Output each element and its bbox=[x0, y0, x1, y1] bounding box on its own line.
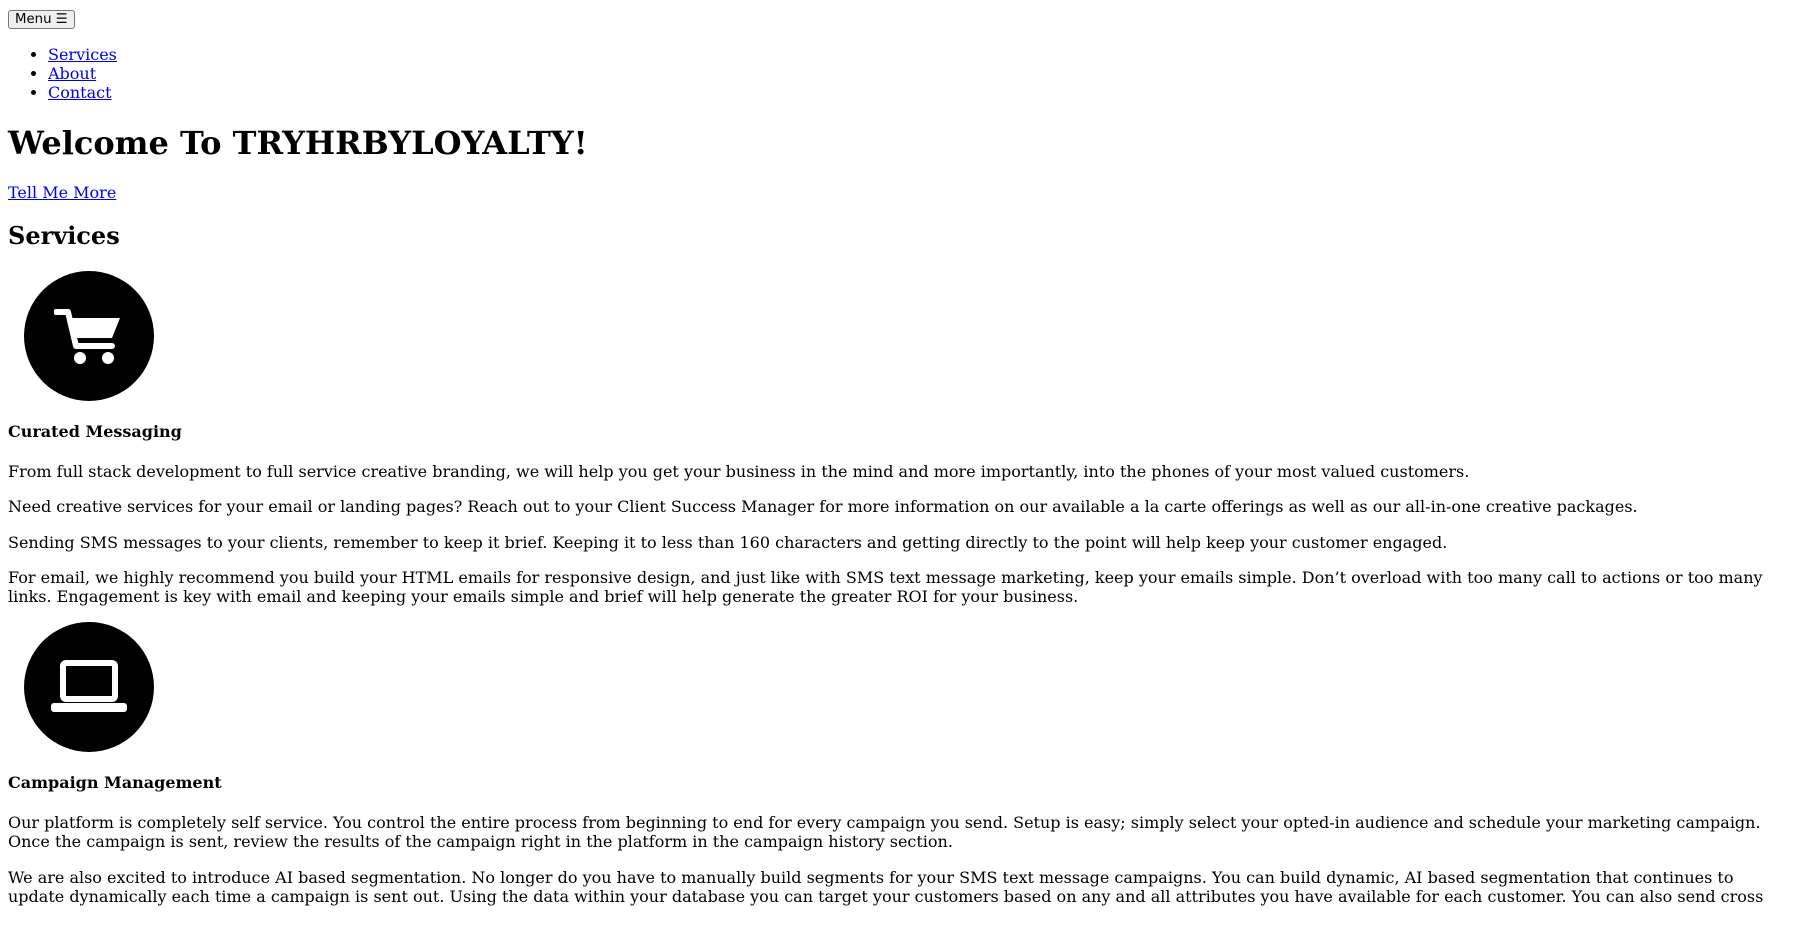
menu-button[interactable]: Menu ☰ bbox=[8, 10, 75, 29]
nav-link-about[interactable]: About bbox=[48, 64, 96, 83]
service-paragraph: From full stack development to full serv… bbox=[8, 462, 1470, 482]
service-title: Curated Messaging bbox=[8, 421, 182, 441]
service-paragraph: For email, we highly recommend you build… bbox=[8, 567, 1763, 606]
service-campaign-management: Campaign Management Our platform is comp… bbox=[8, 622, 1792, 906]
nav-link-services[interactable]: Services bbox=[48, 45, 117, 64]
service-paragraph: Sending SMS messages to your clients, re… bbox=[8, 532, 1448, 552]
service-curated-messaging: Curated Messaging From full stack develo… bbox=[8, 270, 1792, 606]
nav-item-about: About bbox=[48, 64, 1792, 83]
main-nav: Services About Contact bbox=[8, 45, 1792, 103]
nav-item-contact: Contact bbox=[48, 83, 1792, 102]
tell-me-more-link[interactable]: Tell Me More bbox=[8, 183, 116, 202]
hero-title: Welcome To TRYHRBYLOYALTY! bbox=[8, 123, 588, 162]
shopping-cart-icon bbox=[24, 270, 154, 401]
laptop-icon bbox=[24, 622, 154, 753]
nav-item-services: Services bbox=[48, 45, 1792, 64]
service-paragraph: Our platform is completely self service.… bbox=[8, 813, 1761, 852]
services-heading: Services bbox=[8, 221, 120, 251]
page: Menu ☰ Services About Contact Welcome To… bbox=[0, 0, 1800, 930]
service-paragraph: We are also excited to introduce AI base… bbox=[8, 867, 1764, 906]
nav-link-contact[interactable]: Contact bbox=[48, 83, 112, 102]
service-title: Campaign Management bbox=[8, 773, 222, 793]
service-paragraph: Need creative services for your email or… bbox=[8, 497, 1638, 517]
